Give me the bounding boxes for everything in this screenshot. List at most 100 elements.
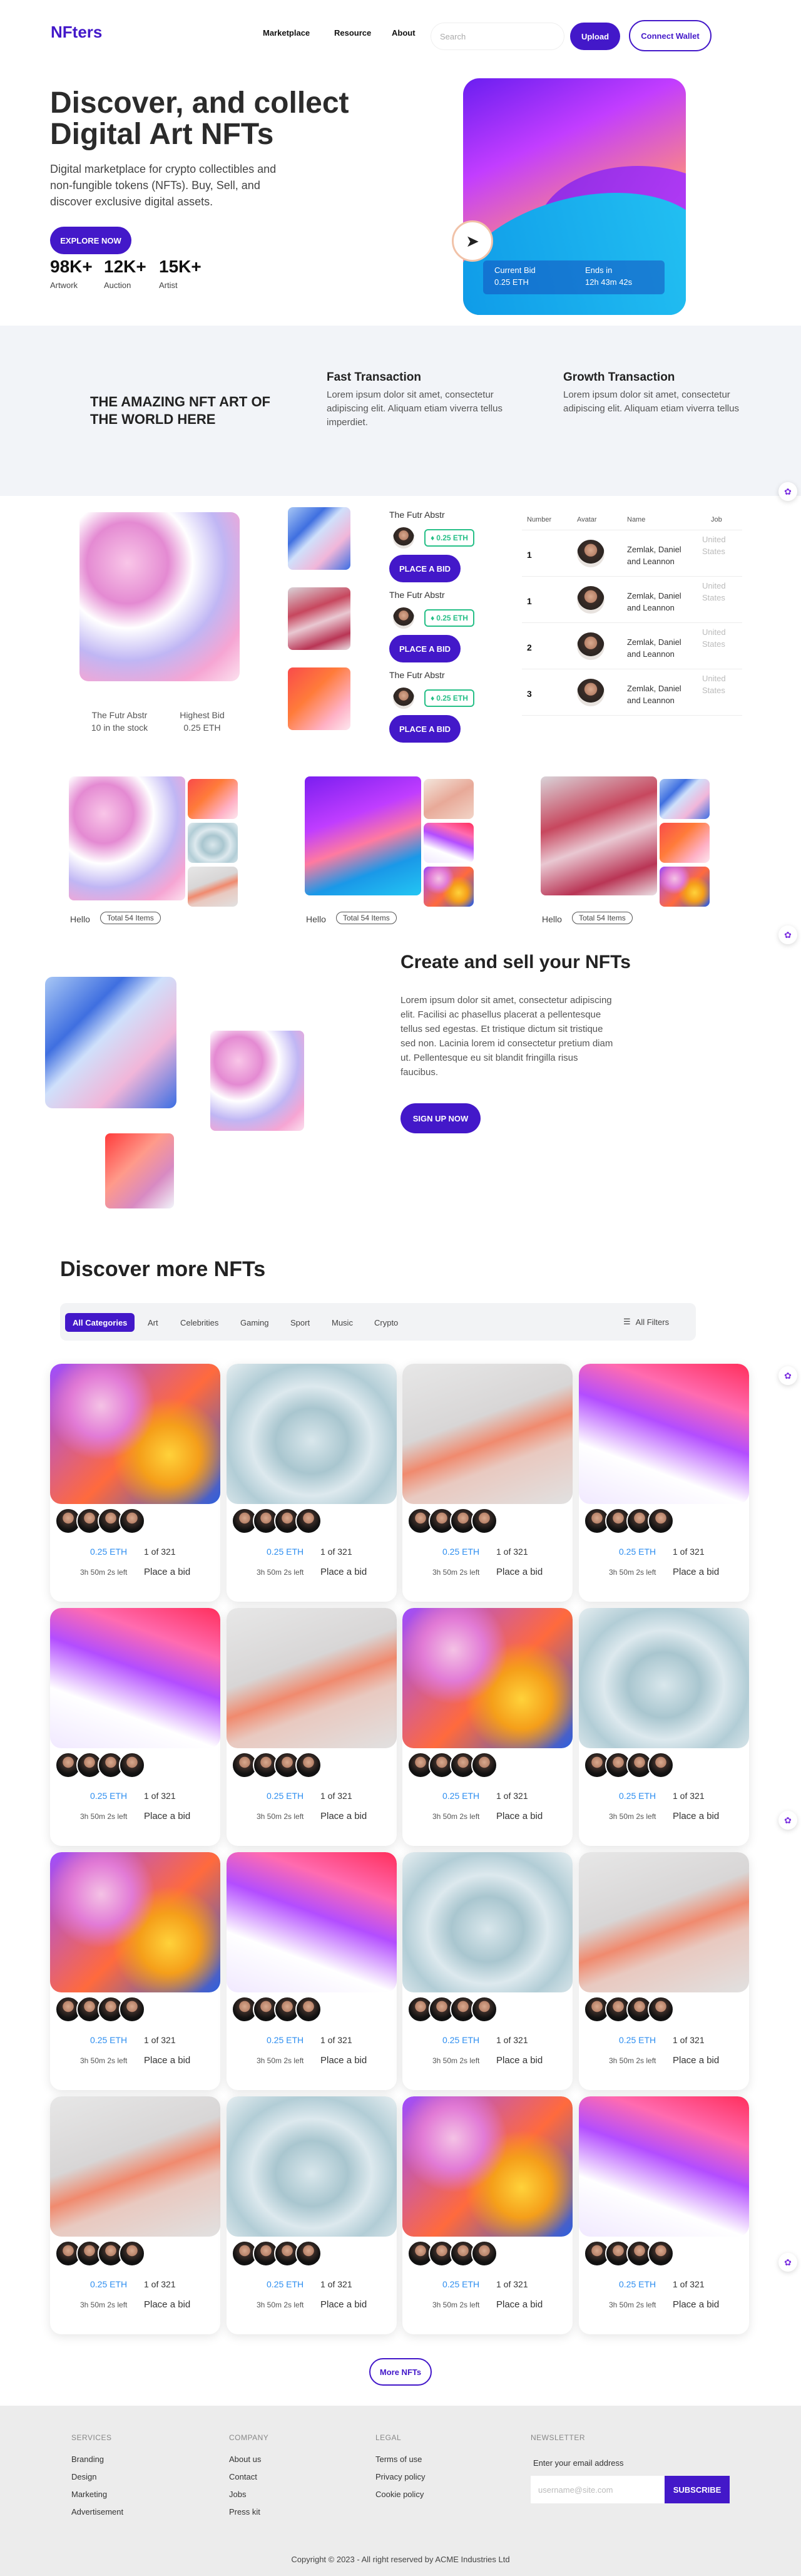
nft-card[interactable]: 0.25 ETH 1 of 321 3h 50m 2s left Place a bi… (50, 1608, 220, 1846)
footer-link-advertisement[interactable]: Advertisement (71, 2507, 123, 2517)
nft-image[interactable] (227, 2096, 397, 2237)
nav-marketplace[interactable]: Marketplace (263, 28, 310, 38)
place-bid-link[interactable]: Place a bid (320, 2055, 367, 2066)
category-celebrities[interactable]: Celebrities (173, 1313, 226, 1332)
collection-thumb[interactable] (660, 779, 710, 819)
category-gaming[interactable]: Gaming (233, 1313, 277, 1332)
nft-card[interactable]: 0.25 ETH 1 of 321 3h 50m 2s left Place a bi… (402, 1852, 573, 2090)
nft-card[interactable]: 0.25 ETH 1 of 321 3h 50m 2s left Place a bi… (50, 1364, 220, 1602)
footer-link-design[interactable]: Design (71, 2472, 96, 2481)
nft-image[interactable] (50, 2096, 220, 2237)
brain-icon[interactable]: ✿ (778, 482, 797, 501)
place-bid-button[interactable]: PLACE A BID (389, 715, 461, 743)
footer-link-cookie[interactable]: Cookie policy (375, 2490, 424, 2499)
collection-thumb[interactable] (188, 823, 238, 863)
nft-card[interactable]: 0.25 ETH 1 of 321 3h 50m 2s left Place a bi… (227, 1852, 397, 2090)
place-bid-link[interactable]: Place a bid (320, 2299, 367, 2310)
collection-thumb[interactable] (424, 867, 474, 907)
nft-image[interactable] (50, 1852, 220, 1992)
place-bid-link[interactable]: Place a bid (144, 2055, 190, 2066)
nft-card[interactable]: 0.25 ETH 1 of 321 3h 50m 2s left Place a bi… (227, 2096, 397, 2334)
footer-link-marketing[interactable]: Marketing (71, 2490, 107, 2499)
place-bid-link[interactable]: Place a bid (144, 2299, 190, 2310)
collection-main-image[interactable] (305, 776, 421, 895)
newsletter-email-input[interactable]: username@site.com (531, 2476, 665, 2503)
footer-link-contact[interactable]: Contact (229, 2472, 257, 2481)
bid-thumb[interactable] (288, 587, 350, 650)
nft-card[interactable]: 0.25 ETH 1 of 321 3h 50m 2s left Place a bi… (579, 1608, 749, 1846)
nav-about[interactable]: About (392, 28, 416, 38)
nft-image[interactable] (402, 1364, 573, 1504)
sign-up-button[interactable]: SIGN UP NOW (400, 1103, 481, 1133)
nft-card[interactable]: 0.25 ETH 1 of 321 3h 50m 2s left Place a bi… (402, 1364, 573, 1602)
place-bid-link[interactable]: Place a bid (673, 2055, 719, 2066)
nft-card[interactable]: 0.25 ETH 1 of 321 3h 50m 2s left Place a bi… (50, 1852, 220, 2090)
footer-link-privacy[interactable]: Privacy policy (375, 2472, 425, 2481)
collection-thumb[interactable] (660, 867, 710, 907)
connect-wallet-button[interactable]: Connect Wallet (629, 20, 712, 51)
nft-image[interactable] (50, 1608, 220, 1748)
nft-image[interactable] (402, 2096, 573, 2237)
nft-card[interactable]: 0.25 ETH 1 of 321 3h 50m 2s left Place a bi… (579, 1364, 749, 1602)
collection-thumb[interactable] (660, 823, 710, 863)
collection-main-image[interactable] (541, 776, 657, 895)
bid-thumb[interactable] (288, 667, 350, 730)
collection-thumb[interactable] (424, 823, 474, 863)
place-bid-link[interactable]: Place a bid (496, 1811, 543, 1821)
place-bid-button[interactable]: PLACE A BID (389, 635, 461, 662)
nft-card[interactable]: 0.25 ETH 1 of 321 3h 50m 2s left Place a bi… (402, 1608, 573, 1846)
place-bid-link[interactable]: Place a bid (496, 2055, 543, 2066)
place-bid-link[interactable]: Place a bid (496, 1567, 543, 1577)
place-bid-link[interactable]: Place a bid (673, 2299, 719, 2310)
nft-card[interactable]: 0.25 ETH 1 of 321 3h 50m 2s left Place a bi… (50, 2096, 220, 2334)
explore-now-button[interactable]: EXPLORE NOW (50, 227, 131, 254)
collection-thumb[interactable] (188, 779, 238, 819)
footer-link-about[interactable]: About us (229, 2455, 261, 2464)
nft-image[interactable] (579, 1364, 749, 1504)
place-bid-link[interactable]: Place a bid (320, 1811, 367, 1821)
category-art[interactable]: Art (140, 1313, 166, 1332)
nft-image[interactable] (402, 1608, 573, 1748)
brain-icon[interactable]: ✿ (778, 2253, 797, 2272)
place-bid-link[interactable]: Place a bid (144, 1567, 190, 1577)
nft-card[interactable]: 0.25 ETH 1 of 321 3h 50m 2s left Place a bi… (402, 2096, 573, 2334)
nft-card[interactable]: 0.25 ETH 1 of 321 3h 50m 2s left Place a bi… (227, 1364, 397, 1602)
place-bid-link[interactable]: Place a bid (673, 1567, 719, 1577)
place-bid-link[interactable]: Place a bid (673, 1811, 719, 1821)
nft-image[interactable] (227, 1852, 397, 1992)
footer-link-jobs[interactable]: Jobs (229, 2490, 246, 2499)
place-bid-button[interactable]: PLACE A BID (389, 555, 461, 582)
bid-thumb[interactable] (288, 507, 350, 570)
nft-image[interactable] (227, 1608, 397, 1748)
nft-image[interactable] (579, 1852, 749, 1992)
nft-image[interactable] (579, 2096, 749, 2237)
collection-thumb[interactable] (424, 779, 474, 819)
nft-image[interactable] (50, 1364, 220, 1504)
brain-icon[interactable]: ✿ (778, 1366, 797, 1385)
search-input[interactable]: Search (431, 23, 564, 50)
collection-thumb[interactable] (188, 867, 238, 907)
category-sport[interactable]: Sport (283, 1313, 317, 1332)
featured-artwork[interactable] (79, 512, 240, 681)
logo[interactable]: NFters (51, 23, 102, 42)
brain-icon[interactable]: ✿ (778, 925, 797, 944)
footer-link-branding[interactable]: Branding (71, 2455, 104, 2464)
upload-button[interactable]: Upload (570, 23, 620, 50)
nft-image[interactable] (579, 1608, 749, 1748)
nft-card[interactable]: 0.25 ETH 1 of 321 3h 50m 2s left Place a bi… (227, 1608, 397, 1846)
nav-resource[interactable]: Resource (334, 28, 371, 38)
more-nfts-button[interactable]: More NFTs (369, 2358, 432, 2386)
nft-card[interactable]: 0.25 ETH 1 of 321 3h 50m 2s left Place a bi… (579, 2096, 749, 2334)
nft-image[interactable] (227, 1364, 397, 1504)
brain-icon[interactable]: ✿ (778, 1811, 797, 1830)
all-filters-button[interactable]: ☰ All Filters (623, 1317, 669, 1327)
place-bid-link[interactable]: Place a bid (144, 1811, 190, 1821)
collection-main-image[interactable] (69, 776, 185, 900)
category-music[interactable]: Music (324, 1313, 360, 1332)
place-bid-link[interactable]: Place a bid (320, 1567, 367, 1577)
place-bid-link[interactable]: Place a bid (496, 2299, 543, 2310)
footer-link-terms[interactable]: Terms of use (375, 2455, 422, 2464)
category-crypto[interactable]: Crypto (367, 1313, 406, 1332)
nft-card[interactable]: 0.25 ETH 1 of 321 3h 50m 2s left Place a bi… (579, 1852, 749, 2090)
footer-link-press-kit[interactable]: Press kit (229, 2507, 260, 2517)
